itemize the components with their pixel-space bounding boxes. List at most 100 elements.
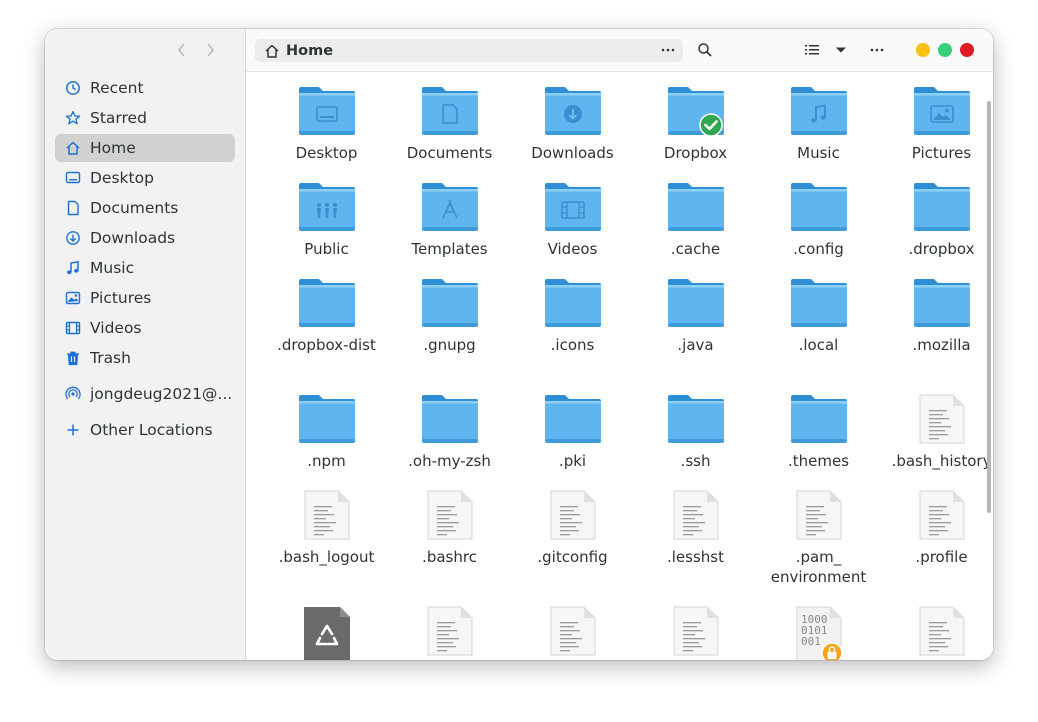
file-item[interactable]: .bashrc [388, 489, 511, 605]
ellipsis-icon [661, 48, 675, 52]
folder-item[interactable]: .dropbox-dist [265, 277, 388, 393]
sidebar-item-starred[interactable]: Starred [55, 104, 235, 132]
breadcrumb-home[interactable]: Home [286, 43, 333, 59]
sidebar-item-pictures[interactable]: Pictures [55, 284, 235, 312]
folder-icon [912, 181, 972, 233]
sidebar-item-label: Home [90, 139, 136, 157]
file-item[interactable]: .profile [880, 489, 993, 605]
minimize-button[interactable] [916, 43, 930, 57]
file-item[interactable] [265, 605, 388, 660]
file-item[interactable] [634, 605, 757, 660]
search-icon [698, 43, 712, 57]
desktop-icon [64, 169, 82, 187]
file-grid: Desktop Documents Downloads Dropbox Music Pic… [265, 85, 991, 660]
folder-icon [297, 277, 357, 329]
file-item[interactable]: .gitconfig [511, 489, 634, 605]
maximize-button[interactable] [938, 43, 952, 57]
home-icon [264, 43, 280, 59]
folder-item[interactable]: .mozilla [880, 277, 993, 393]
recycle-file-icon [297, 605, 357, 660]
folder-item[interactable]: Videos [511, 181, 634, 277]
trash-icon [64, 349, 82, 367]
file-item[interactable]: .bash_logout [265, 489, 388, 605]
folder-icon [912, 277, 972, 329]
list-view-button[interactable] [801, 40, 823, 60]
folder-item[interactable]: Dropbox [634, 85, 757, 181]
file-manager-window: Recent Starred Home Desktop Documents Downloa… [45, 29, 993, 660]
folder-item[interactable]: Pictures [880, 85, 993, 181]
sidebar-item-label: Documents [90, 199, 179, 217]
folder-item[interactable]: .pki [511, 393, 634, 489]
home-icon [64, 139, 82, 157]
folder-item[interactable]: Public [265, 181, 388, 277]
sidebar-item-music[interactable]: Music [55, 254, 235, 282]
path-menu-button[interactable] [659, 40, 677, 60]
folder-item[interactable]: Downloads [511, 85, 634, 181]
folder-item[interactable]: .dropbox [880, 181, 993, 277]
download-icon [64, 229, 82, 247]
folder-item[interactable]: .local [757, 277, 880, 393]
search-button[interactable] [694, 40, 716, 60]
folder-item[interactable]: Documents [388, 85, 511, 181]
file-item[interactable] [511, 605, 634, 660]
file-item[interactable]: .lesshst [634, 489, 757, 605]
file-name: .dropbox-dist [277, 336, 376, 354]
svg-text:001: 001 [801, 635, 821, 648]
sidebar-item-label: Videos [90, 319, 142, 337]
folder-item[interactable]: Templates [388, 181, 511, 277]
file-name: Templates [411, 240, 488, 258]
file-name: .themes [787, 452, 850, 470]
sidebar-item-label: Other Locations [90, 421, 213, 439]
file-item[interactable] [880, 605, 993, 660]
folder-item[interactable]: Desktop [265, 85, 388, 181]
path-bar[interactable]: Home [255, 39, 683, 62]
file-item[interactable]: .pam_ environment [757, 489, 880, 605]
text-file-icon [297, 489, 357, 541]
text-file-icon [543, 605, 603, 657]
folder-item[interactable]: .gnupg [388, 277, 511, 393]
folder-item[interactable]: .config [757, 181, 880, 277]
sidebar-item-documents[interactable]: Documents [55, 194, 235, 222]
sidebar-item-jongdeug2021[interactable]: jongdeug2021@... [55, 380, 235, 408]
folder-item[interactable]: Music [757, 85, 880, 181]
chevron-left-icon [177, 43, 185, 57]
text-file-icon [420, 489, 480, 541]
file-name: Dropbox [663, 144, 728, 162]
plus-icon [64, 421, 82, 439]
network-icon [64, 385, 82, 403]
sidebar-item-home[interactable]: Home [55, 134, 235, 162]
folder-item[interactable]: .icons [511, 277, 634, 393]
sidebar-item-label: Trash [90, 349, 131, 367]
folder-icon [297, 85, 357, 137]
sidebar-item-downloads[interactable]: Downloads [55, 224, 235, 252]
file-item[interactable]: .bash_history [880, 393, 993, 489]
sidebar-item-videos[interactable]: Videos [55, 314, 235, 342]
file-name: Downloads [531, 144, 614, 162]
view-options-button[interactable] [830, 40, 852, 60]
close-button[interactable] [960, 43, 974, 57]
forward-button[interactable] [201, 40, 219, 60]
sidebar-item-other-locations[interactable]: Other Locations [55, 416, 235, 444]
file-name: .java [677, 336, 714, 354]
folder-icon [543, 277, 603, 329]
scrollbar[interactable] [987, 101, 991, 513]
main-menu-button[interactable] [866, 40, 888, 60]
file-name: Desktop [295, 144, 358, 162]
file-name: .bash_logout [278, 548, 375, 566]
sidebar-item-recent[interactable]: Recent [55, 74, 235, 102]
file-name: .oh-my-zsh [408, 452, 491, 470]
folder-item[interactable]: .cache [634, 181, 757, 277]
folder-item[interactable]: .ssh [634, 393, 757, 489]
sidebar-item-trash[interactable]: Trash [55, 344, 235, 372]
file-item[interactable] [388, 605, 511, 660]
film-icon [64, 319, 82, 337]
sidebar-item-desktop[interactable]: Desktop [55, 164, 235, 192]
back-button[interactable] [173, 40, 191, 60]
folder-icon [420, 85, 480, 137]
folder-item[interactable]: .themes [757, 393, 880, 489]
chevron-down-icon [836, 47, 846, 53]
folder-item[interactable]: .oh-my-zsh [388, 393, 511, 489]
folder-item[interactable]: .java [634, 277, 757, 393]
file-item[interactable]: 1000 0101 001 [757, 605, 880, 660]
folder-item[interactable]: .npm [265, 393, 388, 489]
